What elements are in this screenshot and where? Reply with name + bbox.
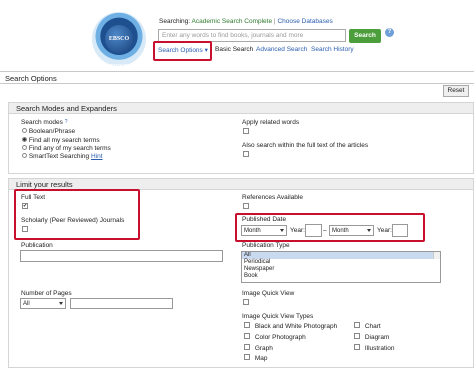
ebsco-logo[interactable]: EBSCO HOST (92, 12, 146, 70)
reset-button[interactable]: Reset (443, 85, 469, 97)
chevron-down-icon (367, 229, 371, 232)
search-modes-help-icon[interactable]: ? (65, 119, 68, 125)
list-item[interactable]: Book (242, 273, 440, 280)
choose-databases-link[interactable]: Choose Databases (277, 18, 332, 25)
separator: | (273, 18, 276, 25)
search-modes-label-text: Search modes (21, 119, 63, 126)
list-item[interactable]: All (242, 252, 440, 259)
divider (0, 83, 474, 84)
full-text-label: Full Text (21, 194, 46, 201)
chevron-down-icon (280, 229, 284, 232)
image-type-label: Illustration (364, 345, 395, 352)
image-type-checkbox[interactable] (244, 344, 250, 350)
image-type-checkbox[interactable] (354, 344, 360, 350)
basic-search-link[interactable]: Basic Search (215, 46, 253, 53)
month-start-value: Month (244, 228, 261, 234)
radio-boolean-phrase[interactable] (22, 128, 27, 133)
also-search-label: Also search within the full text of the … (242, 142, 369, 149)
searching-label: Searching: (159, 18, 191, 25)
image-quick-view-checkbox[interactable] (243, 299, 249, 305)
full-text-checkbox[interactable]: ✔ (22, 203, 28, 209)
year-end-label: Year: (377, 227, 392, 234)
pages-value: All (23, 301, 30, 307)
page-title: Search Options (5, 74, 57, 83)
image-type-option[interactable]: Chart (354, 322, 381, 330)
radio-find-all[interactable] (22, 137, 27, 142)
list-item[interactable]: Periodical (242, 259, 440, 266)
searching-line: Searching: Academic Search Complete | Ch… (159, 18, 333, 25)
mode-label: SmartText Searching (28, 153, 90, 160)
image-type-option[interactable]: Color Photograph (244, 333, 306, 341)
image-type-label: Diagram (364, 334, 390, 341)
advanced-search-link[interactable]: Advanced Search (256, 46, 307, 53)
apply-related-checkbox[interactable] (243, 128, 249, 134)
chevron-down-icon (59, 302, 63, 305)
month-end-value: Month (332, 228, 349, 234)
publication-label: Publication (21, 242, 53, 249)
year-end-input[interactable] (392, 224, 408, 237)
also-search-checkbox[interactable] (243, 151, 249, 157)
mode-label: Find any of my search terms (28, 145, 111, 152)
image-quick-view-label: Image Quick View (242, 290, 295, 297)
apply-related-label: Apply related words (242, 119, 300, 126)
search-history-link[interactable]: Search History (311, 46, 354, 53)
image-type-option[interactable]: Map (244, 354, 267, 362)
image-type-option[interactable]: Diagram (354, 333, 389, 341)
scholarly-label: Scholarly (Peer Reviewed) Journals (21, 217, 125, 224)
ebsco-logo-text: EBSCO HOST (105, 25, 133, 70)
mode-option[interactable]: SmartText Searching Hint (22, 153, 103, 160)
image-quick-view-types-label: Image Quick View Types (242, 313, 314, 320)
image-type-option[interactable]: Graph (244, 344, 273, 352)
mode-option[interactable]: Find all my search terms (22, 137, 100, 144)
publication-type-listbox[interactable]: All Periodical Newspaper Book (241, 251, 441, 283)
list-item[interactable]: Newspaper (242, 266, 440, 273)
database-name: Academic Search Complete (191, 18, 273, 25)
publication-type-label: Publication Type (242, 242, 290, 249)
image-type-label: Graph (254, 345, 273, 352)
help-icon[interactable]: ? (385, 28, 394, 37)
references-checkbox[interactable] (243, 203, 249, 209)
image-type-label: Chart (364, 323, 381, 330)
image-type-label: Map (254, 355, 268, 362)
divider (0, 71, 474, 72)
published-month-start-select[interactable]: Month (241, 225, 287, 236)
search-options-link[interactable]: Search Options ▾ (158, 46, 208, 54)
radio-smarttext[interactable] (22, 153, 27, 158)
pages-input[interactable] (70, 298, 173, 309)
image-type-checkbox[interactable] (244, 322, 250, 328)
publication-input[interactable] (20, 250, 223, 262)
published-date-label: Published Date (242, 216, 287, 223)
image-type-option[interactable]: Illustration (354, 344, 394, 352)
search-button[interactable]: Search (349, 29, 381, 43)
image-type-checkbox[interactable] (244, 354, 250, 360)
number-of-pages-label: Number of Pages (21, 290, 72, 297)
year-start-input[interactable] (305, 224, 322, 237)
image-type-checkbox[interactable] (244, 333, 250, 339)
radio-find-any[interactable] (22, 145, 27, 150)
scholarly-checkbox[interactable] (22, 226, 28, 232)
mode-option[interactable]: Boolean/Phrase (22, 128, 75, 135)
mode-option[interactable]: Find any of my search terms (22, 145, 111, 152)
listbox-scrollbar[interactable] (433, 252, 440, 259)
references-label: References Available (242, 194, 303, 201)
image-type-label: Black and White Photograph (254, 323, 338, 330)
published-month-end-select[interactable]: Month (329, 225, 374, 236)
year-start-label: Year: (290, 227, 305, 234)
image-type-option[interactable]: Black and White Photograph (244, 322, 337, 330)
mode-label: Find all my search terms (28, 137, 100, 144)
pages-select[interactable]: All (20, 298, 66, 309)
hint-link[interactable]: Hint (91, 153, 103, 160)
image-type-checkbox[interactable] (354, 333, 360, 339)
image-type-label: Color Photograph (254, 334, 306, 341)
date-dash: – (323, 227, 327, 234)
search-modes-label: Search modes ? (21, 119, 68, 126)
search-modes-title: Search Modes and Expanders (9, 103, 473, 114)
image-type-checkbox[interactable] (354, 322, 360, 328)
mode-label: Boolean/Phrase (28, 128, 76, 135)
